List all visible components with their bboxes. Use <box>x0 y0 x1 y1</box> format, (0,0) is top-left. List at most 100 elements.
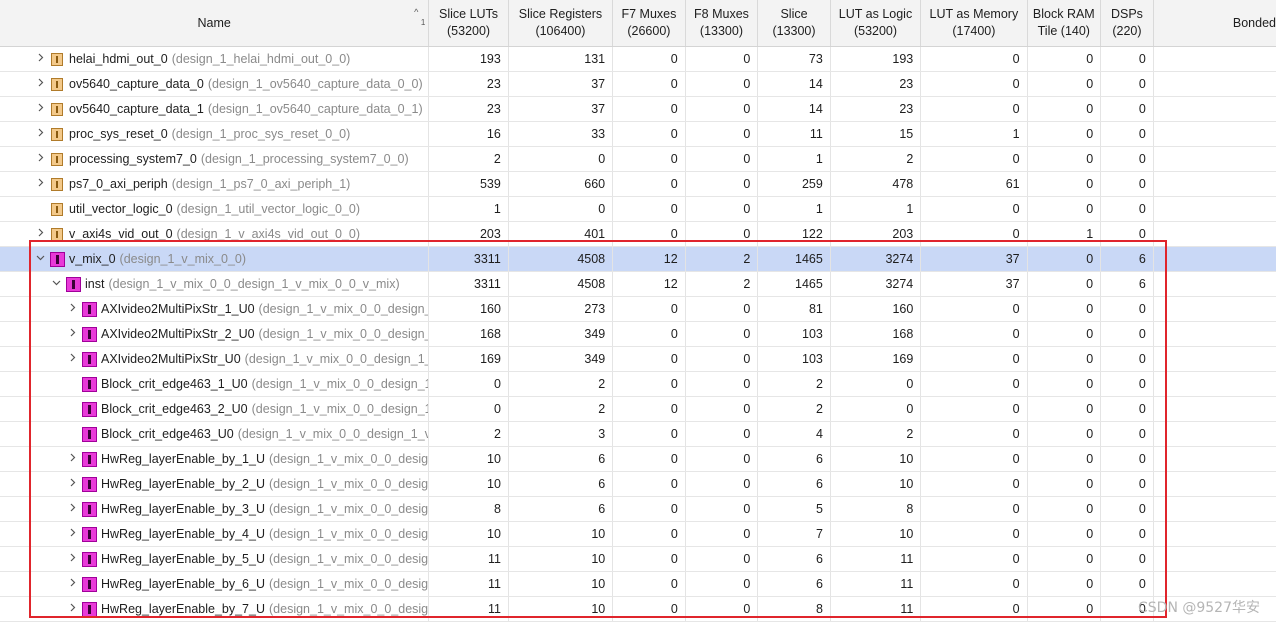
cell-name[interactable]: ps7_0_axi_periph (design_1_ps7_0_axi_peri… <box>0 172 430 196</box>
table-row[interactable]: v_mix_0 (design_1_v_mix_0_0) 3311 4508 12 2 14… <box>0 247 1276 272</box>
chevron-right-icon[interactable] <box>67 553 77 565</box>
chevron-right-icon[interactable] <box>67 453 77 465</box>
column-header-name[interactable]: Name ^ 1 <box>0 0 430 46</box>
table-row[interactable]: util_vector_logic_0 (design_1_util_vector… <box>0 197 1276 222</box>
cell-name[interactable]: HwReg_layerEnable_by_6_U (design_1_v_mix_… <box>0 572 430 596</box>
table-row[interactable]: HwReg_layerEnable_by_4_U (design_1_v_mix_… <box>0 522 1276 547</box>
hierarchy-cell-icon <box>66 276 81 292</box>
column-header[interactable]: LUT as Logic (53200) <box>831 0 922 46</box>
table-row[interactable]: inst (design_1_v_mix_0_0_design_1_v_mix_0… <box>0 272 1276 297</box>
column-header-line2: (13300) <box>699 24 743 38</box>
column-header[interactable]: Bonded <box>1154 0 1276 46</box>
table-row[interactable]: ps7_0_axi_periph (design_1_ps7_0_axi_peri… <box>0 172 1276 197</box>
chevron-right-icon[interactable] <box>67 328 77 340</box>
table-row[interactable]: ov5640_capture_data_1 (design_1_ov5640_ca… <box>0 97 1276 122</box>
column-header[interactable]: Slice LUTs (53200) <box>429 0 509 46</box>
table-row[interactable]: HwReg_layerEnable_by_6_U (design_1_v_mix_… <box>0 572 1276 597</box>
table-row[interactable]: HwReg_layerEnable_by_2_U (design_1_v_mix_… <box>0 472 1276 497</box>
cell-value: 0 <box>921 47 1028 71</box>
cell-name[interactable]: v_mix_0 (design_1_v_mix_0_0) <box>0 247 430 271</box>
cell-name[interactable]: Block_crit_edge463_2_U0 (design_1_v_mix_0… <box>0 397 430 421</box>
chevron-right-icon[interactable] <box>67 353 77 365</box>
cell-value: 0 <box>1028 397 1102 421</box>
cell-value: 7 <box>758 522 831 546</box>
cell-value: 131 <box>509 47 614 71</box>
chevron-right-icon[interactable] <box>35 78 45 90</box>
chevron-right-icon[interactable] <box>35 178 45 190</box>
cell-name[interactable]: Block_crit_edge463_U0 (design_1_v_mix_0_0… <box>0 422 430 446</box>
cell-value: 0 <box>686 397 759 421</box>
cell-name[interactable]: processing_system7_0 (design_1_processing… <box>0 147 430 171</box>
cell-value: 8 <box>831 497 922 521</box>
chevron-right-icon[interactable] <box>67 578 77 590</box>
cell-name[interactable]: Block_crit_edge463_1_U0 (design_1_v_mix_0… <box>0 372 430 396</box>
cell-value: 0 <box>686 372 759 396</box>
cell-name[interactable]: HwReg_layerEnable_by_7_U (design_1_v_mix_… <box>0 597 430 621</box>
chevron-right-icon[interactable] <box>35 103 45 115</box>
table-row[interactable]: Block_crit_edge463_1_U0 (design_1_v_mix_0… <box>0 372 1276 397</box>
table-row[interactable]: AXIvideo2MultiPixStr_2_U0 (design_1_v_mix… <box>0 322 1276 347</box>
chevron-down-icon[interactable] <box>51 278 61 290</box>
column-header[interactable]: LUT as Memory (17400) <box>921 0 1028 46</box>
ip-block-icon <box>51 77 63 91</box>
cell-name[interactable]: v_axi4s_vid_out_0 (design_1_v_axi4s_vid_o… <box>0 222 430 246</box>
chevron-right-icon[interactable] <box>67 478 77 490</box>
chevron-right-icon[interactable] <box>35 53 45 65</box>
cell-name[interactable]: AXIvideo2MultiPixStr_2_U0 (design_1_v_mix… <box>0 322 430 346</box>
chevron-right-icon[interactable] <box>67 503 77 515</box>
cell-name[interactable]: AXIvideo2MultiPixStr_U0 (design_1_v_mix_0… <box>0 347 430 371</box>
table-row[interactable]: Block_crit_edge463_U0 (design_1_v_mix_0_0… <box>0 422 1276 447</box>
chevron-down-icon[interactable] <box>35 253 45 265</box>
cell-value: 0 <box>686 97 759 121</box>
instance-name: ps7_0_axi_periph <box>69 177 168 191</box>
cell-name[interactable]: ov5640_capture_data_0 (design_1_ov5640_ca… <box>0 72 430 96</box>
cell-value: 0 <box>613 122 686 146</box>
instance-module-name: (design_1_v_mix_0_0_design_1 <box>251 377 430 391</box>
table-row[interactable]: processing_system7_0 (design_1_processing… <box>0 147 1276 172</box>
cell-value: 0 <box>613 397 686 421</box>
table-row[interactable]: AXIvideo2MultiPixStr_1_U0 (design_1_v_mix… <box>0 297 1276 322</box>
cell-name[interactable]: HwReg_layerEnable_by_3_U (design_1_v_mix_… <box>0 497 430 521</box>
column-header[interactable]: Slice Registers (106400) <box>509 0 614 46</box>
column-header[interactable]: F7 Muxes (26600) <box>613 0 686 46</box>
cell-value: 6 <box>758 472 831 496</box>
cell-name[interactable]: HwReg_layerEnable_by_2_U (design_1_v_mix_… <box>0 472 430 496</box>
chevron-right-icon[interactable] <box>67 603 77 615</box>
cell-name[interactable]: HwReg_layerEnable_by_4_U (design_1_v_mix_… <box>0 522 430 546</box>
instance-module-name: (design_1_v_mix_0_0_design <box>269 502 430 516</box>
table-row[interactable]: ov5640_capture_data_0 (design_1_ov5640_ca… <box>0 72 1276 97</box>
column-header[interactable]: DSPs (220) <box>1101 0 1154 46</box>
chevron-right-icon[interactable] <box>35 153 45 165</box>
chevron-right-icon[interactable] <box>35 228 45 240</box>
cell-name[interactable]: AXIvideo2MultiPixStr_1_U0 (design_1_v_mix… <box>0 297 430 321</box>
column-header[interactable]: F8 Muxes (13300) <box>686 0 759 46</box>
table-row[interactable]: AXIvideo2MultiPixStr_U0 (design_1_v_mix_0… <box>0 347 1276 372</box>
cell-value: 0 <box>921 447 1028 471</box>
table-row[interactable]: HwReg_layerEnable_by_7_U (design_1_v_mix_… <box>0 597 1276 622</box>
column-header[interactable]: Slice (13300) <box>758 0 831 46</box>
table-row[interactable]: HwReg_layerEnable_by_3_U (design_1_v_mix_… <box>0 497 1276 522</box>
instance-module-name: (design_1_v_mix_0_0) <box>119 252 247 266</box>
table-row[interactable]: Block_crit_edge463_2_U0 (design_1_v_mix_0… <box>0 397 1276 422</box>
chevron-right-icon[interactable] <box>35 128 45 140</box>
column-header[interactable]: Block RAM Tile (140) <box>1028 0 1102 46</box>
table-row[interactable]: HwReg_layerEnable_by_1_U (design_1_v_mix_… <box>0 447 1276 472</box>
cell-value: 11 <box>429 547 509 571</box>
cell-name[interactable]: HwReg_layerEnable_by_1_U (design_1_v_mix_… <box>0 447 430 471</box>
hierarchy-cell-icon <box>82 476 97 492</box>
cell-value: 10 <box>831 472 922 496</box>
cell-name[interactable]: ov5640_capture_data_1 (design_1_ov5640_ca… <box>0 97 430 121</box>
table-row[interactable]: helai_hdmi_out_0 (design_1_helai_hdmi_out… <box>0 47 1276 72</box>
chevron-right-icon[interactable] <box>67 528 77 540</box>
cell-name[interactable]: proc_sys_reset_0 (design_1_proc_sys_reset… <box>0 122 430 146</box>
table-row[interactable]: proc_sys_reset_0 (design_1_proc_sys_reset… <box>0 122 1276 147</box>
table-row[interactable]: HwReg_layerEnable_by_5_U (design_1_v_mix_… <box>0 547 1276 572</box>
table-row[interactable]: v_axi4s_vid_out_0 (design_1_v_axi4s_vid_o… <box>0 222 1276 247</box>
cell-name[interactable]: inst (design_1_v_mix_0_0_design_1_v_mix_0… <box>0 272 430 296</box>
cell-name[interactable]: helai_hdmi_out_0 (design_1_helai_hdmi_out… <box>0 47 430 71</box>
cell-value: 0 <box>613 447 686 471</box>
cell-name[interactable]: HwReg_layerEnable_by_5_U (design_1_v_mix_… <box>0 547 430 571</box>
cell-name[interactable]: util_vector_logic_0 (design_1_util_vector… <box>0 197 430 221</box>
chevron-right-icon[interactable] <box>67 303 77 315</box>
cell-value: 6 <box>758 572 831 596</box>
